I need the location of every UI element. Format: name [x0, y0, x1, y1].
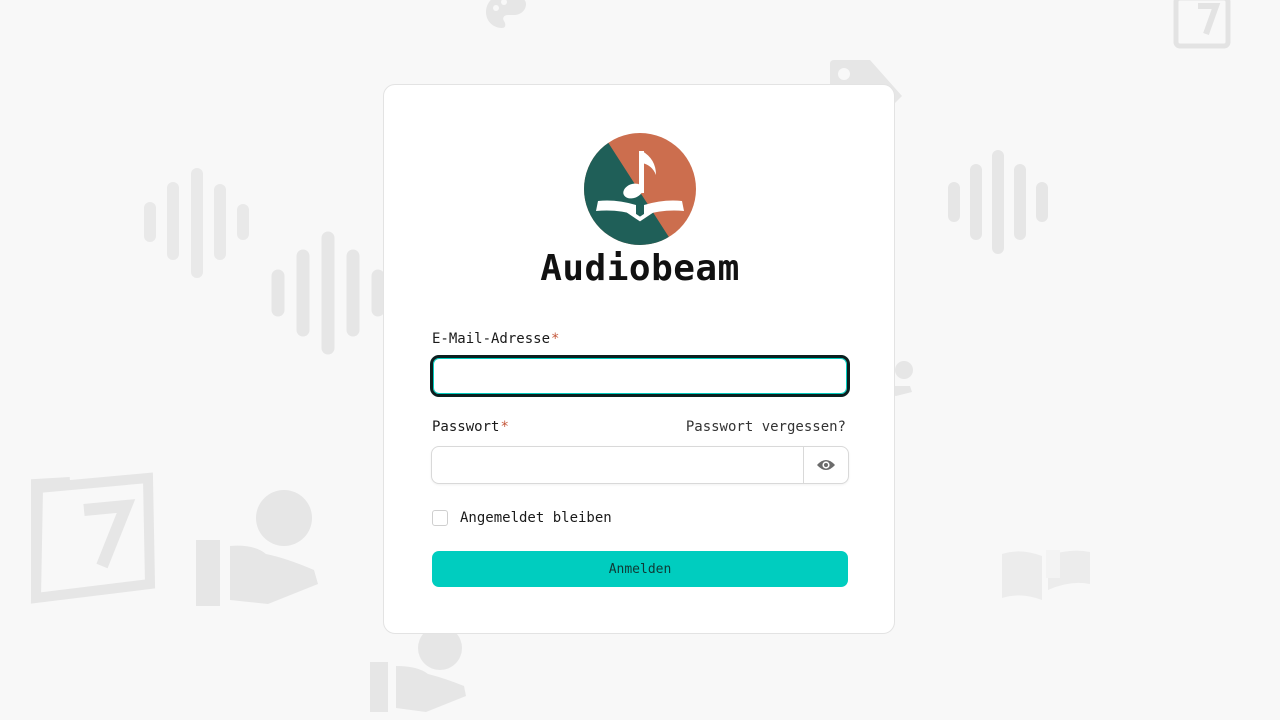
person-reading-icon [370, 626, 466, 712]
remember-me-checkbox[interactable] [432, 510, 448, 526]
open-book-icon [1002, 550, 1090, 600]
audiobeam-logo-icon [584, 133, 696, 245]
calendar-7-icon [30, 472, 156, 604]
password-field [431, 446, 849, 484]
email-label-text: E-Mail-Adresse [432, 331, 551, 347]
email-label: E-Mail-Adresse* [432, 330, 559, 348]
brand-name: Audiobeam [540, 248, 740, 289]
login-card: Audiobeam E-Mail-Adresse* Passwort* Pass… [383, 84, 895, 634]
palette-icon [486, 0, 526, 28]
soundwave-icon [271, 231, 385, 355]
email-input[interactable] [430, 355, 850, 397]
person-reading-icon [196, 490, 318, 606]
password-label-text: Passwort [432, 419, 500, 435]
soundwave-icon [948, 150, 1048, 254]
login-button[interactable]: Anmelden [432, 551, 848, 587]
calendar-7-icon [1173, 0, 1231, 49]
forgot-password-link[interactable]: Passwort vergessen? [686, 418, 846, 436]
remember-me-label: Angemeldet bleiben [460, 510, 612, 526]
password-input[interactable] [432, 447, 804, 483]
remember-me[interactable]: Angemeldet bleiben [432, 509, 612, 527]
required-marker: * [551, 331, 560, 347]
password-label: Passwort* [432, 418, 509, 436]
required-marker: * [500, 419, 509, 435]
toggle-password-visibility-button[interactable] [803, 447, 848, 483]
eye-icon [817, 460, 835, 470]
soundwave-icon [144, 168, 249, 278]
